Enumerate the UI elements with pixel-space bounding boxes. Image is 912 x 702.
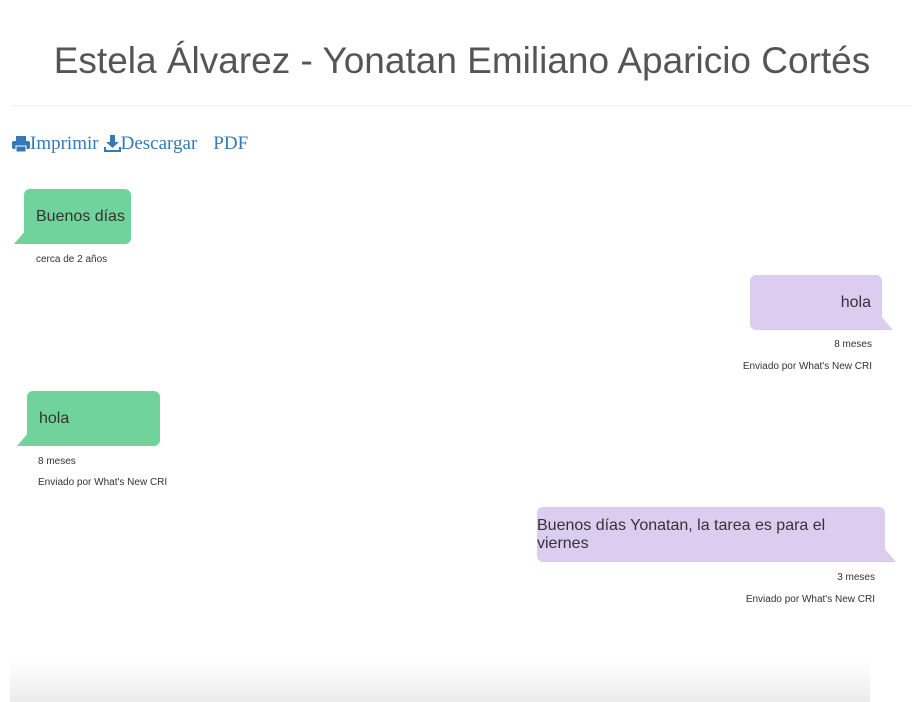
pdf-link[interactable]: PDF <box>213 133 248 155</box>
message-time: 3 meses <box>837 572 875 583</box>
message-time: 8 meses <box>38 456 76 467</box>
pdf-label: PDF <box>213 133 249 154</box>
bubble-tail <box>14 230 26 244</box>
bubble-tail <box>17 432 29 446</box>
message-text: Buenos días Yonatan, la tarea es para el… <box>537 516 826 552</box>
print-link[interactable]: Imprimir <box>12 133 99 155</box>
download-label: Descargar <box>120 133 198 154</box>
print-icon <box>12 135 30 153</box>
message-text: hola <box>840 293 871 311</box>
download-link[interactable]: Descargar <box>103 133 198 155</box>
divider <box>12 105 912 106</box>
print-label: Imprimir <box>30 133 99 154</box>
bubble-tail <box>881 316 893 330</box>
bubble-tail <box>884 548 896 562</box>
message-text: Buenos días <box>36 207 125 225</box>
toolbar: Imprimir Descargar PDF <box>12 133 248 155</box>
message-bubble-incoming: Buenos días <box>14 189 131 244</box>
message-sender: Enviado por What's New CRI <box>742 361 872 372</box>
message-sender: Enviado por What's New CRI <box>745 594 875 605</box>
message-bubble-outgoing: Buenos días Yonatan, la tarea es para el… <box>537 507 896 562</box>
message-sender: Enviado por What's New CRI <box>38 477 168 488</box>
message-time: 8 meses <box>834 339 872 350</box>
bottom-shadow <box>10 660 870 702</box>
download-icon <box>103 135 121 153</box>
message-bubble-outgoing: hola <box>750 275 893 330</box>
message-time: cerca de 2 años <box>36 254 108 265</box>
message-text: hola <box>39 409 70 427</box>
page-title: Estela Álvarez - Yonatan Emiliano Aparic… <box>53 40 871 81</box>
message-bubble-incoming: hola <box>17 391 160 446</box>
